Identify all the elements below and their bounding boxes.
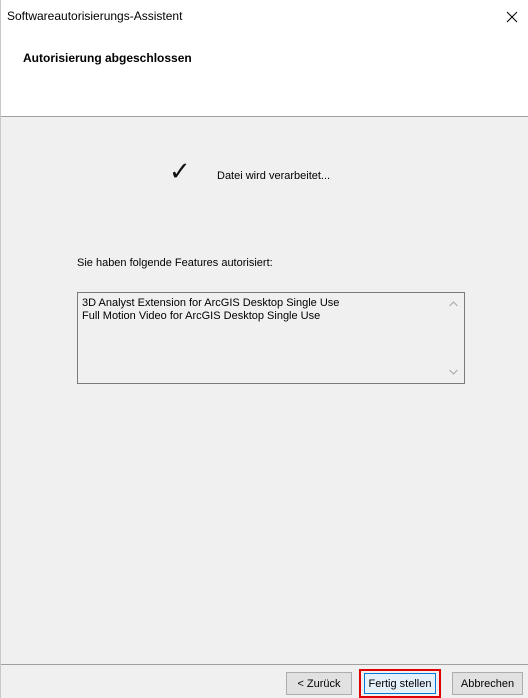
wizard-header: Autorisierung abgeschlossen bbox=[1, 34, 528, 116]
window-title: Softwareautorisierungs-Assistent bbox=[7, 9, 183, 23]
back-button[interactable]: < Zurück bbox=[286, 672, 352, 695]
title-bar: Softwareautorisierungs-Assistent bbox=[1, 0, 528, 34]
features-listbox[interactable]: 3D Analyst Extension for ArcGIS Desktop … bbox=[77, 292, 465, 384]
checkmark-icon: ✓ bbox=[169, 157, 191, 187]
page-title: Autorisierung abgeschlossen bbox=[23, 51, 192, 65]
close-button[interactable] bbox=[495, 0, 528, 34]
status-text: Datei wird verarbeitet... bbox=[217, 170, 331, 182]
scroll-up-button[interactable] bbox=[448, 299, 458, 309]
wizard-content: ✓ Datei wird verarbeitet... Sie haben fo… bbox=[1, 117, 528, 664]
wizard-footer: < Zurück Fertig stellen Abbrechen bbox=[1, 664, 528, 698]
features-label: Sie haben folgende Features autorisiert: bbox=[77, 257, 273, 269]
list-item: Full Motion Video for ArcGIS Desktop Sin… bbox=[82, 310, 321, 322]
scroll-down-button[interactable] bbox=[448, 367, 458, 377]
wizard-window: Softwareautorisierungs-Assistent Autoris… bbox=[0, 0, 528, 698]
chevron-down-icon bbox=[448, 369, 458, 375]
finish-button[interactable]: Fertig stellen bbox=[364, 673, 436, 694]
chevron-up-icon bbox=[448, 301, 458, 307]
list-item: 3D Analyst Extension for ArcGIS Desktop … bbox=[82, 297, 340, 309]
cancel-button[interactable]: Abbrechen bbox=[452, 672, 523, 695]
features-list: 3D Analyst Extension for ArcGIS Desktop … bbox=[82, 297, 442, 323]
finish-highlight: Fertig stellen bbox=[359, 669, 441, 698]
close-icon bbox=[506, 11, 518, 23]
